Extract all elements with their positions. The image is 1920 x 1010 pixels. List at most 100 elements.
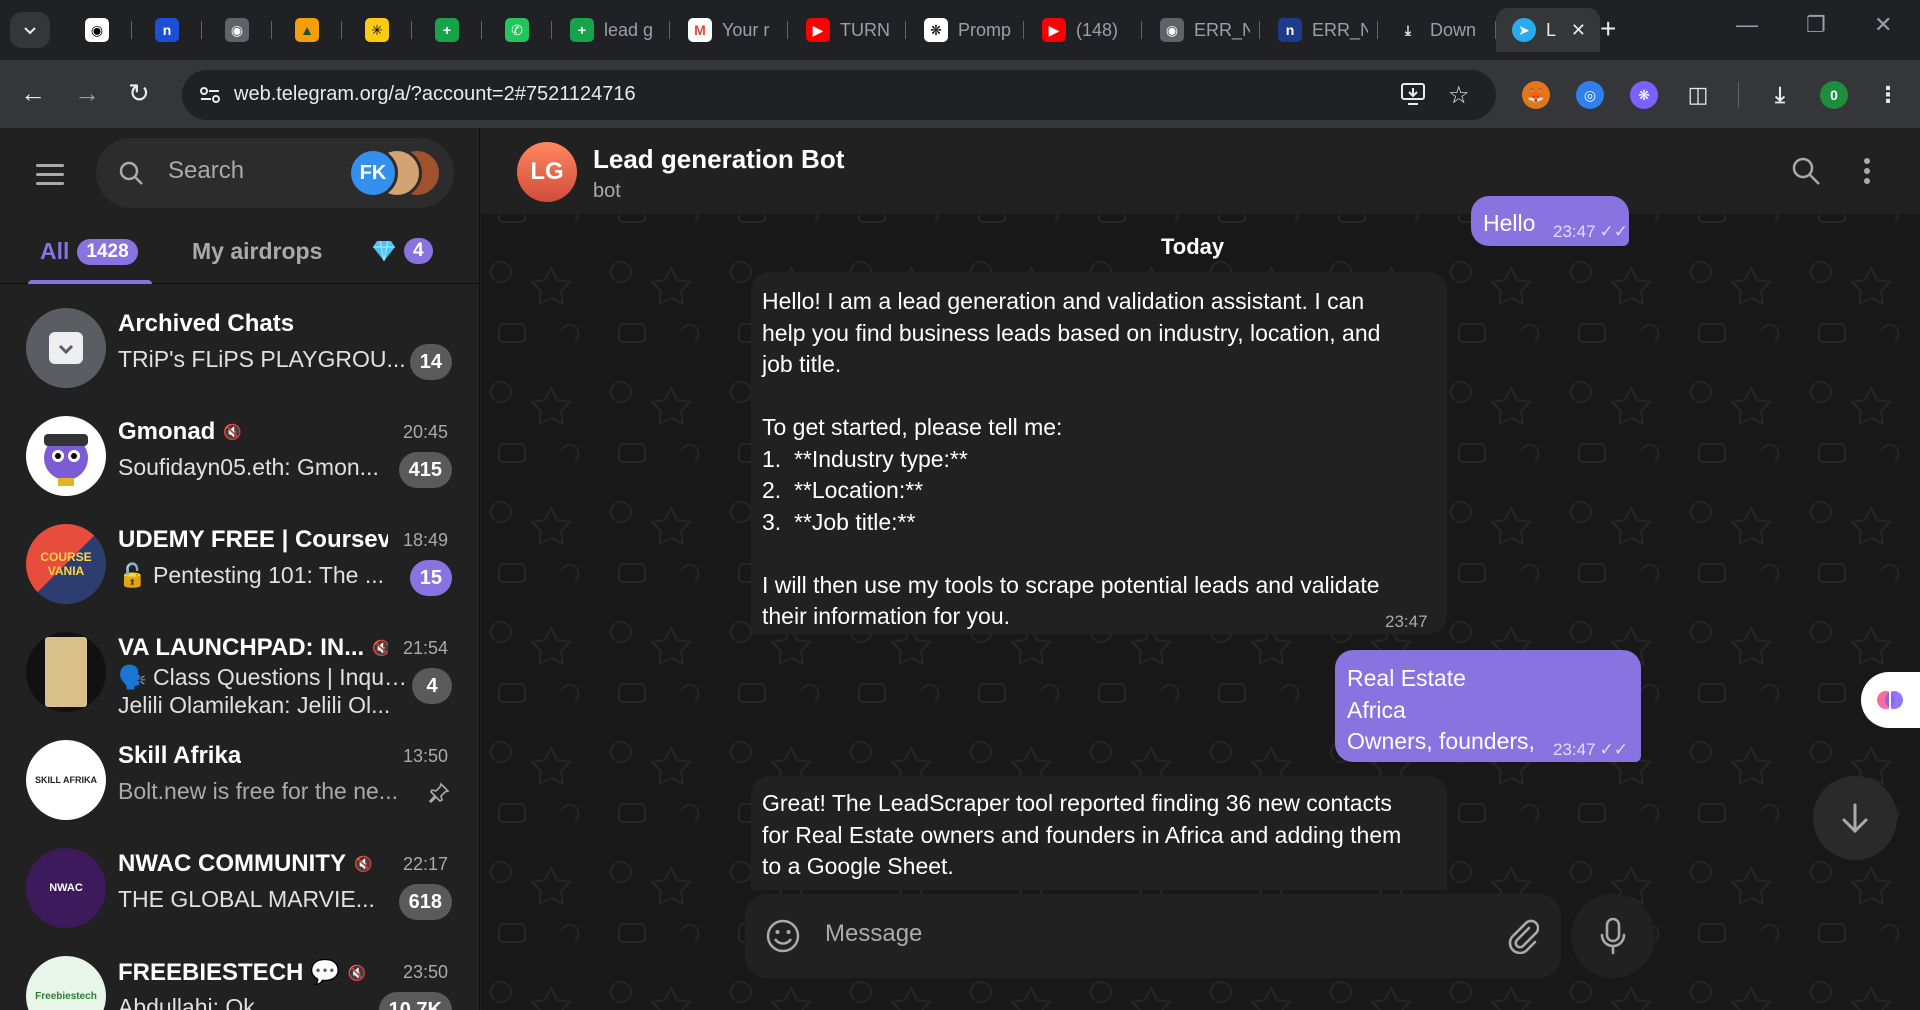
- gmail-icon: M: [688, 18, 712, 42]
- reload-button[interactable]: ↻: [128, 78, 150, 108]
- browser-tab[interactable]: ◉: [62, 8, 132, 52]
- chat-item-nwac-community[interactable]: NWAC NWAC COMMUNITY 🔇 22:17 THE GLOBAL MA…: [0, 834, 479, 942]
- message-incoming[interactable]: Hello! I am a lead generation and valida…: [751, 272, 1447, 634]
- browser-tab[interactable]: + lead g: [552, 8, 670, 52]
- microphone-icon: [1600, 917, 1626, 955]
- arrow-down-icon: [1842, 803, 1868, 834]
- url-text[interactable]: web.telegram.org/a/?account=2#7521124716: [234, 83, 636, 106]
- back-button[interactable]: ←: [20, 78, 46, 108]
- emoji-icon[interactable]: [765, 918, 801, 954]
- browser-tab[interactable]: ▶ TURN: [788, 8, 906, 52]
- close-tab-icon[interactable]: ✕: [1571, 20, 1586, 41]
- message-time: 23:47: [1385, 612, 1428, 631]
- install-app-icon[interactable]: [1400, 81, 1426, 114]
- search-box[interactable]: FK: [96, 138, 454, 208]
- globe-icon: ◉: [1160, 18, 1184, 42]
- telegram-icon: ➤: [1512, 18, 1536, 42]
- minimize-button[interactable]: —: [1736, 12, 1758, 38]
- unread-badge: 415: [398, 452, 452, 488]
- muted-icon: 🔇: [347, 964, 367, 982]
- browser-tab[interactable]: ▶ (148): [1024, 8, 1142, 52]
- tab-title: L: [1546, 19, 1557, 40]
- metamask-extension-icon[interactable]: 🦊: [1522, 81, 1550, 109]
- double-check-icon: ✓✓: [1599, 222, 1629, 241]
- voice-record-button[interactable]: [1571, 894, 1655, 978]
- browser-tab[interactable]: M Your r: [670, 8, 788, 52]
- address-bar[interactable]: web.telegram.org/a/?account=2#7521124716…: [182, 70, 1496, 120]
- browser-tab[interactable]: ⤓ Down: [1378, 8, 1496, 52]
- browser-tab[interactable]: ✆: [482, 8, 552, 52]
- chat-avatar: SKILL AFRIKA: [26, 740, 106, 820]
- chat-item-freebiestech[interactable]: Freebiestech FREEBIESTECH 💬 🔇 23:50 Abdul…: [0, 942, 479, 1010]
- wallet-extension-icon[interactable]: ◎: [1576, 81, 1604, 109]
- browser-tab[interactable]: ❋ Promp: [906, 8, 1024, 52]
- chat-item-gmonad[interactable]: Gmonad 🔇 20:45 Soufidayn05.eth: Gmon... 4…: [0, 402, 479, 510]
- tab-my-airdrops[interactable]: My airdrops: [192, 238, 322, 265]
- chat-item-archived[interactable]: Archived Chats TRiP's FLiPS PLAYGROU... …: [0, 294, 479, 402]
- message-text: Hello: [1483, 210, 1536, 236]
- message-time: 23:47: [1553, 740, 1596, 759]
- chat-time: 20:45: [402, 422, 448, 442]
- chat-time: 21:54: [402, 638, 448, 658]
- message-list: Hello 23:47 ✓✓ Today Hello! I am a lead g…: [481, 196, 1920, 1010]
- restore-button[interactable]: ❐: [1806, 12, 1826, 38]
- brain-extension-icon[interactable]: ❋: [1630, 81, 1658, 109]
- message-meta: 23:47 ✓✓: [1553, 734, 1628, 766]
- new-tab-button[interactable]: +: [1600, 14, 1616, 44]
- chat-preview: Soufidayn05.eth: Gmon...: [118, 454, 379, 480]
- browser-tab-active[interactable]: ➤ L ✕: [1496, 8, 1600, 52]
- browser-tab[interactable]: ▲: [272, 8, 342, 52]
- chat-item-udemy-free[interactable]: COURSE VANIA UDEMY FREE | Coursev... 18:…: [0, 510, 479, 618]
- tab-all[interactable]: All 1428: [40, 238, 138, 265]
- forward-button[interactable]: →: [74, 78, 100, 108]
- browser-tab[interactable]: n: [132, 8, 202, 52]
- chat-header[interactable]: LG Lead generation Bot bot: [481, 128, 1920, 214]
- chat-time: 22:17: [402, 854, 448, 874]
- bookmark-star-icon[interactable]: ☆: [1448, 81, 1470, 110]
- profile-avatar[interactable]: 0: [1820, 81, 1848, 109]
- message-outgoing[interactable]: Hello 23:47 ✓✓: [1471, 196, 1629, 246]
- search-icon: [119, 161, 143, 185]
- globe-icon: ◉: [225, 18, 249, 42]
- browser-tab[interactable]: ◉ ERR_N: [1142, 8, 1260, 52]
- chat-item-va-launchpad[interactable]: VA LAUNCHPAD: IN... 🔇 21:54 🗣️ Class Ques…: [0, 618, 479, 726]
- browser-tab[interactable]: ◉: [202, 8, 272, 52]
- bot-avatar[interactable]: LG: [517, 142, 577, 202]
- chat-avatar: NWAC: [26, 848, 106, 928]
- message-text: Great! The LeadScraper tool reported fin…: [762, 790, 1402, 879]
- browser-tab[interactable]: n ERR_N: [1260, 8, 1378, 52]
- toolbar-divider: [1738, 82, 1739, 108]
- message-meta: 23:47 ✓✓: [1553, 216, 1628, 248]
- tab-search-button[interactable]: [10, 12, 50, 48]
- tab-title: ERR_N: [1312, 19, 1368, 40]
- story-avatar-initials[interactable]: FK: [348, 148, 398, 198]
- extensions-puzzle-icon[interactable]: ◫: [1684, 81, 1712, 109]
- vercel-v-icon: ▲: [295, 18, 319, 42]
- message-input[interactable]: [825, 920, 1465, 948]
- active-tab-indicator: [28, 280, 152, 284]
- close-window-button[interactable]: ✕: [1874, 12, 1892, 38]
- scroll-to-bottom-button[interactable]: [1813, 776, 1897, 860]
- chat-name: Archived Chats: [118, 310, 295, 337]
- main-menu-icon[interactable]: [36, 164, 64, 185]
- chat-search-icon[interactable]: [1791, 156, 1821, 186]
- downloads-icon[interactable]: ⤓: [1766, 81, 1794, 109]
- browser-tab[interactable]: ✳: [342, 8, 412, 52]
- floating-extension-button[interactable]: [1861, 672, 1920, 728]
- download-icon: ⤓: [1404, 21, 1412, 38]
- message-incoming[interactable]: Great! The LeadScraper tool reported fin…: [751, 776, 1447, 890]
- double-check-icon: ✓✓: [1599, 740, 1629, 759]
- chat-preview: THE GLOBAL MARVIE...: [118, 886, 375, 912]
- avatar-text: SKILL AFRIKA: [35, 775, 97, 785]
- tab-diamond[interactable]: 4: [372, 238, 433, 264]
- browser-tab[interactable]: +: [412, 8, 482, 52]
- chat-item-skill-afrika[interactable]: SKILL AFRIKA Skill Afrika 13:50 Bolt.new…: [0, 726, 479, 834]
- site-settings-icon[interactable]: [198, 83, 222, 107]
- search-input[interactable]: [168, 157, 348, 185]
- message-outgoing[interactable]: Real Estate Africa Owners, founders, 23:…: [1335, 650, 1641, 762]
- browser-menu-icon[interactable]: ⋮: [1874, 81, 1902, 109]
- tab-title: lead g: [604, 19, 654, 40]
- more-options-icon[interactable]: [1861, 156, 1873, 186]
- attach-icon[interactable]: [1505, 918, 1539, 954]
- chat-time: 23:50: [402, 962, 448, 982]
